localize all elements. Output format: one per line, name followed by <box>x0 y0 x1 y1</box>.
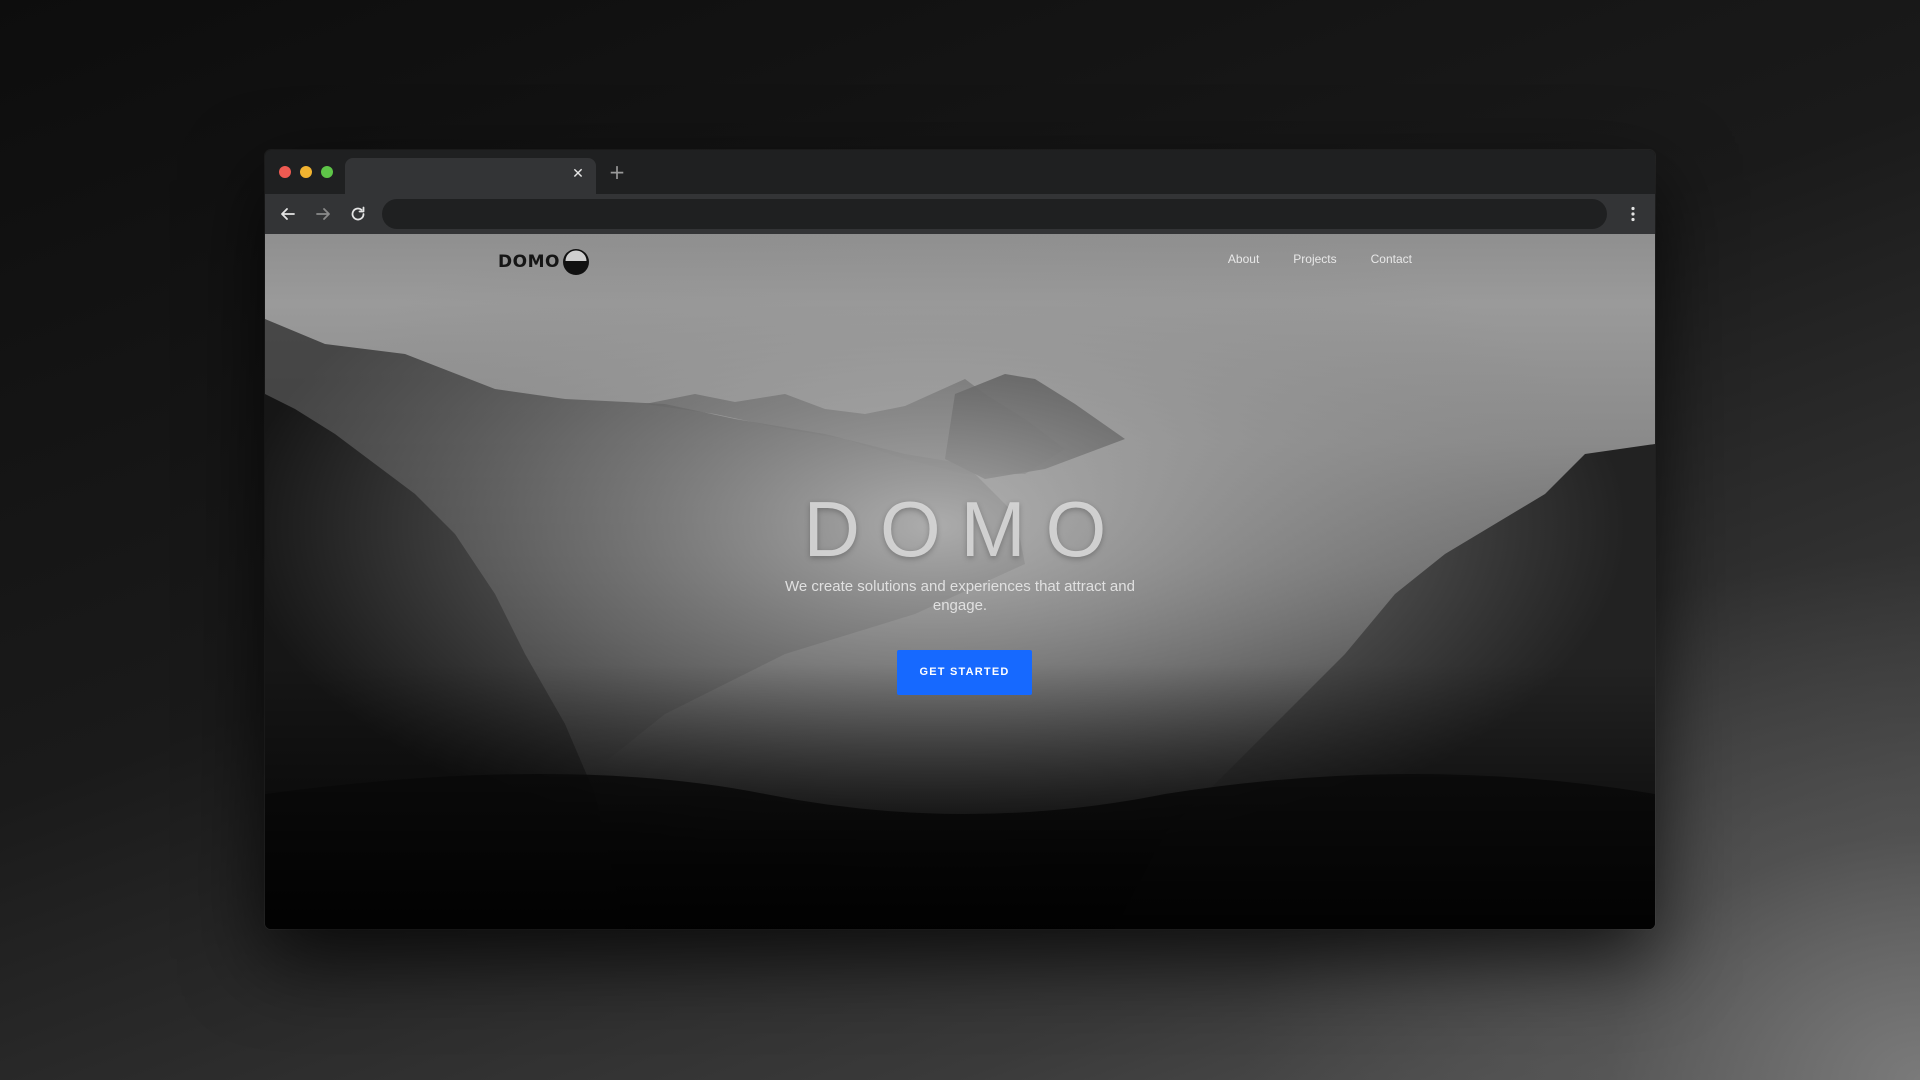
window-close-button[interactable] <box>279 166 291 178</box>
tab-bar: ✕ + <box>265 150 1655 194</box>
window-minimize-button[interactable] <box>300 166 312 178</box>
new-tab-button[interactable]: + <box>607 162 627 182</box>
hero-subtitle: We create solutions and experiences that… <box>785 578 1135 614</box>
vertical-dots-icon <box>1631 206 1635 222</box>
browser-window: ✕ + DOMO About Projects Contact DOMO We … <box>265 150 1655 929</box>
browser-menu-button[interactable] <box>1623 204 1643 224</box>
browser-toolbar <box>265 194 1655 234</box>
page-viewport: DOMO About Projects Contact DOMO We crea… <box>265 234 1655 929</box>
browser-tab[interactable]: ✕ <box>345 158 596 194</box>
hero-section: DOMO We create solutions and experiences… <box>265 234 1655 929</box>
forward-button[interactable] <box>313 204 333 224</box>
close-icon[interactable]: ✕ <box>570 166 586 182</box>
back-button[interactable] <box>278 204 298 224</box>
window-maximize-button[interactable] <box>321 166 333 178</box>
get-started-button[interactable]: GET STARTED <box>897 650 1032 695</box>
hero-title: DOMO <box>803 485 1127 573</box>
reload-button[interactable] <box>348 204 368 224</box>
arrow-right-icon <box>316 208 330 220</box>
arrow-left-icon <box>281 208 295 220</box>
reload-icon <box>351 206 365 221</box>
address-bar[interactable] <box>382 199 1607 229</box>
